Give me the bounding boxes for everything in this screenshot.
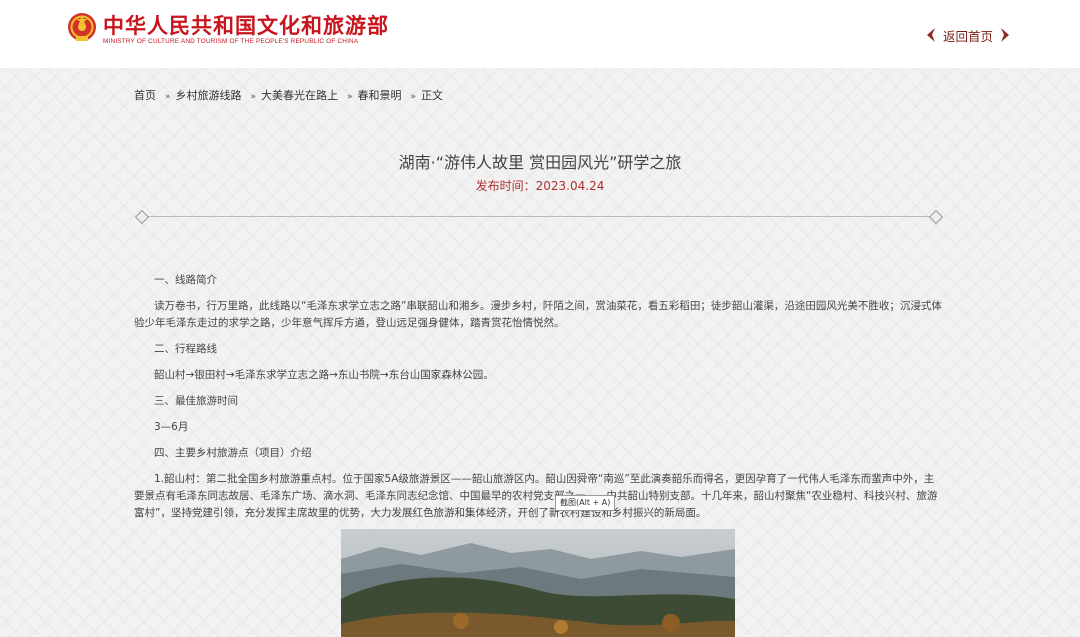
article-photo (341, 529, 735, 637)
breadcrumb-separator-icon: » (347, 92, 353, 102)
paragraph: 读万卷书，行万里路，此线路以“毛泽东求学立志之路”串联韶山和湘乡。漫步乡村，阡陌… (134, 300, 942, 329)
title-divider (134, 209, 944, 225)
diamond-left-icon (134, 209, 150, 225)
paragraph: 3—6月 (154, 421, 189, 433)
breadcrumb-current: 正文 (421, 89, 444, 102)
breadcrumb-rural-routes[interactable]: 乡村旅游线路 (176, 89, 242, 102)
screenshot-tooltip: 截图(Alt + A) (555, 495, 616, 511)
section-heading: 三、最佳旅游时间 (154, 395, 238, 407)
diamond-right-icon (928, 209, 944, 225)
section-heading: 二、行程路线 (154, 343, 217, 355)
arrow-left-icon (927, 28, 935, 42)
article-title: 湖南·“游伟人故里 赏田园风光”研学之旅 (398, 153, 682, 172)
breadcrumb-separator-icon: » (165, 92, 171, 102)
section-heading: 四、主要乡村旅游点（项目）介绍 (154, 447, 312, 459)
site-title: 中华人民共和国文化和旅游部 (103, 13, 389, 38)
section-heading: 一、线路简介 (154, 274, 217, 286)
site-header: 中华人民共和国文化和旅游部 MINISTRY OF CULTURE AND TO… (0, 0, 1080, 68)
breadcrumb-spring-on-road[interactable]: 大美春光在路上 (261, 89, 338, 102)
arrow-right-icon (1001, 28, 1010, 42)
national-emblem-icon (68, 13, 96, 41)
paragraph: 1.韶山村：第二批全国乡村旅游重点村。位于国家5A级旅游景区——韶山旅游区内。韶… (134, 473, 938, 519)
landscape-image (341, 529, 735, 637)
publish-date: 发布时间：2023.04.24 (475, 179, 605, 193)
breadcrumb-separator-icon: » (410, 92, 417, 102)
breadcrumb: 首页 » 乡村旅游线路 » 大美春光在路上 » 春和景明 » 正文 (134, 87, 443, 103)
paragraph: 韶山村→银田村→毛泽东求学立志之路→东山书院→东台山国家森林公园。 (154, 369, 494, 381)
breadcrumb-home[interactable]: 首页 (134, 89, 156, 102)
breadcrumb-separator-icon: » (250, 92, 257, 102)
back-to-home-label: 返回首页 (943, 28, 994, 44)
back-to-home-link[interactable]: 返回首页 (926, 26, 1010, 44)
breadcrumb-spring-scenery[interactable]: 春和景明 (358, 89, 402, 102)
site-subtitle: MINISTRY OF CULTURE AND TOURISM OF THE P… (103, 38, 359, 45)
